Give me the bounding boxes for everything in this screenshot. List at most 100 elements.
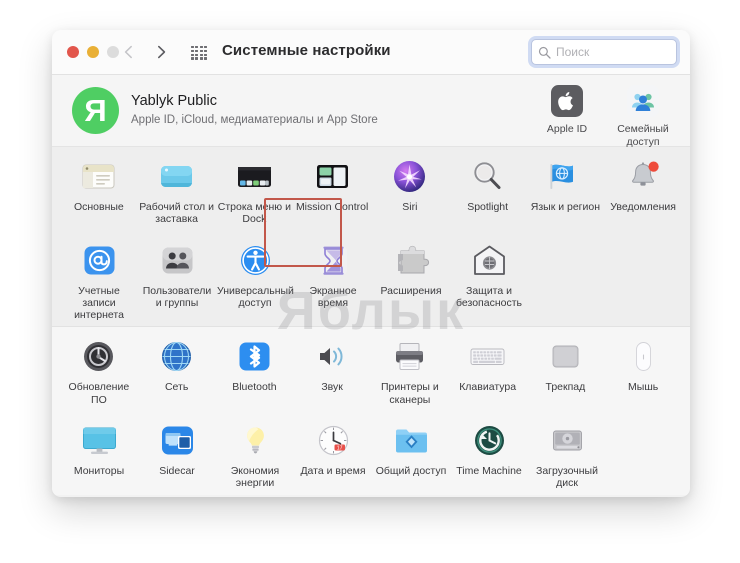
account-subtitle: Apple ID, iCloud, медиаматериалы и App S… — [131, 114, 378, 126]
pref-pane-general[interactable]: Основные — [60, 147, 138, 231]
pref-pane-label: Sidecar — [159, 465, 195, 478]
pref-pane-keyboard[interactable]: Клавиатура — [449, 327, 527, 411]
keyboard-icon — [467, 336, 508, 377]
pref-pane-label: Пользователи и группы — [142, 284, 212, 309]
users-groups-icon — [157, 240, 198, 281]
dock-icon — [234, 156, 275, 197]
pref-pane-trackpad[interactable]: Трекпад — [527, 327, 605, 411]
search-input[interactable] — [556, 45, 670, 59]
pref-pane-sidecar[interactable]: Sidecar — [138, 411, 216, 495]
family-sharing-icon — [626, 84, 660, 118]
pref-pane-date-time[interactable]: 17 Дата и время — [294, 411, 372, 495]
pref-pane-dock-menubar[interactable]: Строка меню и Dock — [216, 147, 294, 231]
pref-pane-users-groups[interactable]: Пользователи и группы — [138, 231, 216, 327]
pref-pane-extensions[interactable]: Расширения — [372, 231, 450, 327]
pref-pane-siri[interactable]: Siri — [371, 147, 449, 231]
pref-pane-label: Bluetooth — [232, 381, 277, 394]
pref-pane-sharing[interactable]: Общий доступ — [372, 411, 450, 495]
software-update-icon — [78, 336, 119, 377]
sharing-folder-icon — [391, 420, 432, 461]
network-icon — [156, 336, 197, 377]
pref-pane-label: Time Machine — [456, 465, 522, 478]
pref-pane-label: Экранное время — [309, 284, 357, 309]
close-button[interactable] — [67, 46, 79, 58]
family-sharing-tile[interactable]: Семейный доступ — [606, 84, 680, 148]
pref-pane-spotlight[interactable]: Spotlight — [449, 147, 527, 231]
pref-pane-network[interactable]: Сеть — [138, 327, 216, 411]
apple-id-tile-label: Apple ID — [546, 123, 588, 135]
pref-pane-notifications[interactable]: Уведомления — [604, 147, 682, 231]
apple-logo-icon — [550, 84, 584, 118]
apple-id-tile[interactable]: Apple ID — [530, 84, 604, 136]
preference-row: Основные Рабочий стол и заставка Строка ме… — [52, 147, 690, 231]
sidecar-icon — [157, 420, 198, 461]
pref-pane-label: Siri — [402, 201, 418, 213]
search-field[interactable] — [531, 39, 677, 65]
pref-pane-screen-time[interactable]: Экранное время — [294, 231, 372, 327]
pref-pane-label: Мониторы — [73, 465, 125, 478]
pref-pane-label: Язык и регион — [530, 201, 600, 213]
back-chevron-icon[interactable] — [120, 43, 138, 61]
sound-icon — [312, 336, 353, 377]
show-all-grid-icon[interactable] — [191, 46, 208, 60]
pref-pane-label: Сеть — [164, 381, 189, 394]
general-icon — [78, 156, 119, 197]
lightbulb-icon — [235, 420, 276, 461]
bluetooth-icon — [234, 336, 275, 377]
pref-pane-label: Spotlight — [467, 201, 509, 213]
pref-pane-label: Клавиатура — [459, 381, 517, 394]
screen-time-icon — [313, 240, 354, 281]
pref-pane-language-region[interactable]: Язык и регион — [527, 147, 605, 231]
pref-pane-software-update[interactable]: Обновление ПО — [60, 327, 138, 411]
avatar: Я — [72, 87, 119, 134]
pref-pane-security-privacy[interactable]: Защита и безопасность — [450, 231, 528, 327]
pane-personal: Основные Рабочий стол и заставка Строка ме… — [52, 147, 690, 327]
search-icon — [538, 46, 551, 59]
siri-icon — [389, 156, 430, 197]
preference-row: Обновление ПО Сеть Bluetooth Звук Принтеры и… — [52, 327, 690, 411]
minimize-button[interactable] — [87, 46, 99, 58]
pref-pane-energy-saver[interactable]: Экономия энергии — [216, 411, 294, 495]
system-preferences-window: Системные настройки Я Yablyk Public Appl… — [52, 30, 690, 497]
internet-accounts-icon — [79, 240, 120, 281]
pref-pane-label: Дата и время — [300, 465, 366, 478]
pref-pane-label: Основные — [73, 201, 124, 213]
pref-pane-label: Универсальный доступ — [217, 284, 294, 309]
pref-pane-accessibility[interactable]: Универсальный доступ — [216, 231, 294, 327]
security-icon — [469, 240, 510, 281]
pref-pane-bluetooth[interactable]: Bluetooth — [216, 327, 294, 411]
pref-pane-label: Обновление ПО — [68, 381, 130, 406]
desktop-icon — [156, 156, 197, 197]
display-icon — [79, 420, 120, 461]
pref-pane-displays[interactable]: Мониторы — [60, 411, 138, 495]
pref-pane-desktop-screensaver[interactable]: Рабочий стол и заставка — [138, 147, 216, 231]
zoom-button[interactable] — [107, 46, 119, 58]
pref-pane-mission-control[interactable]: Mission Control — [293, 147, 371, 231]
preference-row: Учетные записи интернета Пользователи и г… — [52, 231, 690, 327]
pref-pane-label: Общий доступ — [375, 465, 447, 478]
pref-pane-internet-accounts[interactable]: Учетные записи интернета — [60, 231, 138, 327]
pref-pane-label: Загрузочный диск — [536, 465, 598, 490]
pref-pane-label: Трекпад — [545, 381, 586, 394]
printer-icon — [389, 336, 430, 377]
time-machine-icon — [469, 420, 510, 461]
preference-panes: Основные Рабочий стол и заставка Строка ме… — [52, 147, 690, 495]
hard-disk-icon — [547, 420, 588, 461]
pref-pane-label: Рабочий стол и заставка — [139, 201, 214, 226]
window-titlebar: Системные настройки — [52, 30, 690, 75]
trackpad-icon — [545, 336, 586, 377]
pref-pane-printers-scanners[interactable]: Принтеры и сканеры — [371, 327, 449, 411]
pref-pane-mouse[interactable]: Мышь — [604, 327, 682, 411]
account-name: Yablyk Public — [131, 93, 217, 109]
pref-pane-time-machine[interactable]: Time Machine — [450, 411, 528, 495]
pref-pane-sound[interactable]: Звук — [293, 327, 371, 411]
apple-id-banner[interactable]: Я Yablyk Public Apple ID, iCloud, медиам… — [52, 75, 690, 148]
pref-pane-label: Звук — [321, 381, 343, 394]
forward-chevron-icon[interactable] — [152, 43, 170, 61]
pref-pane-label: Мышь — [628, 381, 659, 394]
pref-pane-startup-disk[interactable]: Загрузочный диск — [528, 411, 606, 495]
pref-pane-label: Защита и безопасность — [456, 284, 522, 309]
notifications-icon — [623, 156, 664, 197]
page-title: Системные настройки — [222, 42, 391, 59]
pref-pane-label: Учетные записи интернета — [74, 284, 124, 322]
